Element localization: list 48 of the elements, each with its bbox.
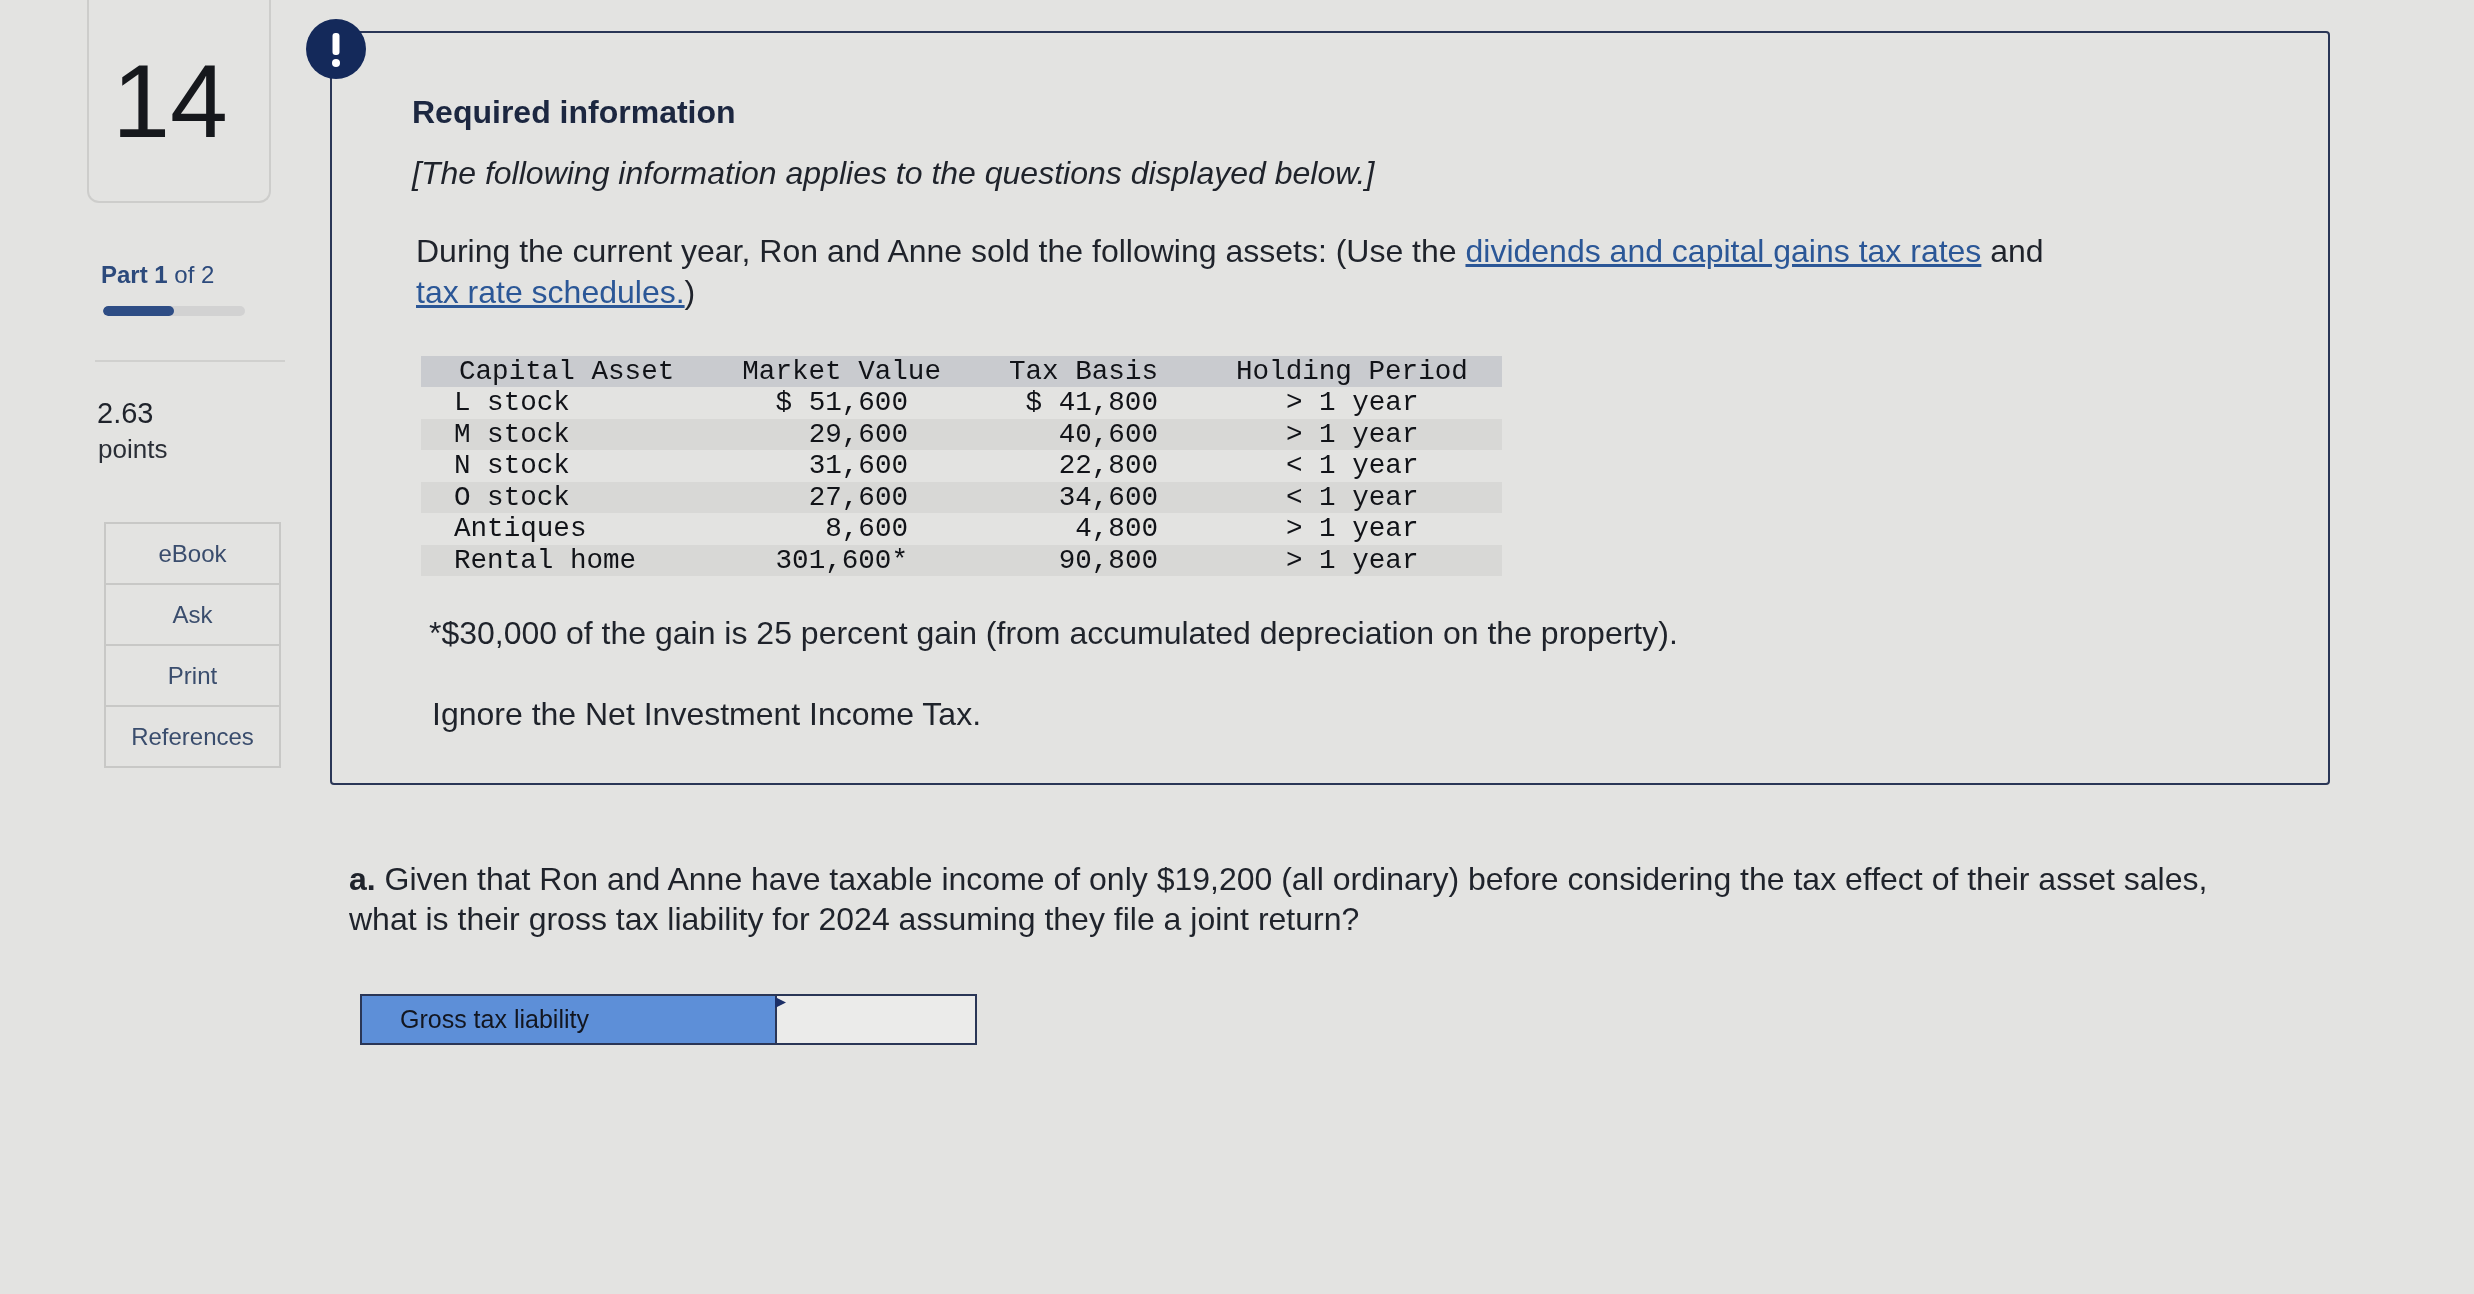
- info-note: [The following information applies to the questions displayed below.]: [412, 154, 1375, 193]
- text-link[interactable]: tax rate schedules.: [416, 274, 685, 310]
- tax-basis: 34,600: [1058, 481, 1158, 513]
- asset-name: Antiques: [454, 513, 587, 544]
- points-value: 2.63: [97, 396, 154, 430]
- info-title: Required information: [412, 93, 736, 132]
- holding-period: > 1 year: [1286, 418, 1419, 450]
- market-value: 31,600: [808, 450, 908, 481]
- tax-basis: $ 41,800: [1025, 387, 1158, 418]
- answer-field[interactable]: [775, 994, 977, 1045]
- resource-button[interactable]: Ask: [104, 583, 281, 646]
- asset-name: Rental home: [454, 544, 637, 576]
- asset-name: N stock: [454, 450, 570, 481]
- market-value: $ 51,600: [775, 387, 908, 418]
- alert-icon: [306, 19, 366, 79]
- holding-period: > 1 year: [1286, 513, 1419, 544]
- column-header: Holding Period: [1236, 356, 1468, 387]
- market-value: 8,600: [825, 513, 908, 544]
- tax-basis: 4,800: [1075, 513, 1158, 544]
- points-label: points: [98, 434, 168, 464]
- column-header: Market Value: [742, 356, 941, 387]
- footnote: *$30,000 of the gain is 25 percent gain (from accumulated depreciation on the property).: [429, 614, 1678, 653]
- part-label: Part 1 of 2: [101, 261, 215, 289]
- asset-name: L stock: [454, 387, 570, 418]
- holding-period: < 1 year: [1286, 481, 1419, 513]
- asset-name: M stock: [454, 418, 570, 450]
- market-value: 29,600: [808, 418, 908, 450]
- tax-basis: 40,600: [1058, 418, 1158, 450]
- question-number-tile: 14: [87, 0, 271, 203]
- holding-period: > 1 year: [1286, 387, 1419, 418]
- text-link[interactable]: dividends and capital gains tax rates: [1465, 233, 1982, 269]
- column-header: Capital Asset: [459, 356, 675, 387]
- resource-button[interactable]: Print: [104, 644, 281, 707]
- market-value: 27,600: [808, 481, 908, 513]
- market-value: 301,600*: [775, 544, 908, 576]
- instruction-text: Ignore the Net Investment Income Tax.: [432, 695, 982, 734]
- column-header: Tax Basis: [1008, 356, 1158, 387]
- answer-label: Gross tax liability: [360, 994, 775, 1045]
- resource-button[interactable]: References: [104, 705, 281, 768]
- resource-button[interactable]: eBook: [104, 522, 281, 585]
- tax-basis: 90,800: [1058, 544, 1158, 576]
- holding-period: > 1 year: [1286, 544, 1419, 576]
- holding-period: < 1 year: [1286, 450, 1419, 481]
- triangle-marker-icon: [775, 997, 786, 1008]
- question-text: a. Given that Ron and Anne have taxable income of only $19,200 (all ordinary) before considering the tax effect of their asset sales, what is their gross tax liability for 2024 assuming they file a joint return?: [349, 860, 2209, 939]
- intro-paragraph: During the current year, Ron and Anne sold the following assets: (Use the dividends and capital gains tax rates and tax rate schedules.): [416, 232, 2045, 312]
- asset-name: O stock: [454, 481, 570, 513]
- tax-basis: 22,800: [1058, 450, 1158, 481]
